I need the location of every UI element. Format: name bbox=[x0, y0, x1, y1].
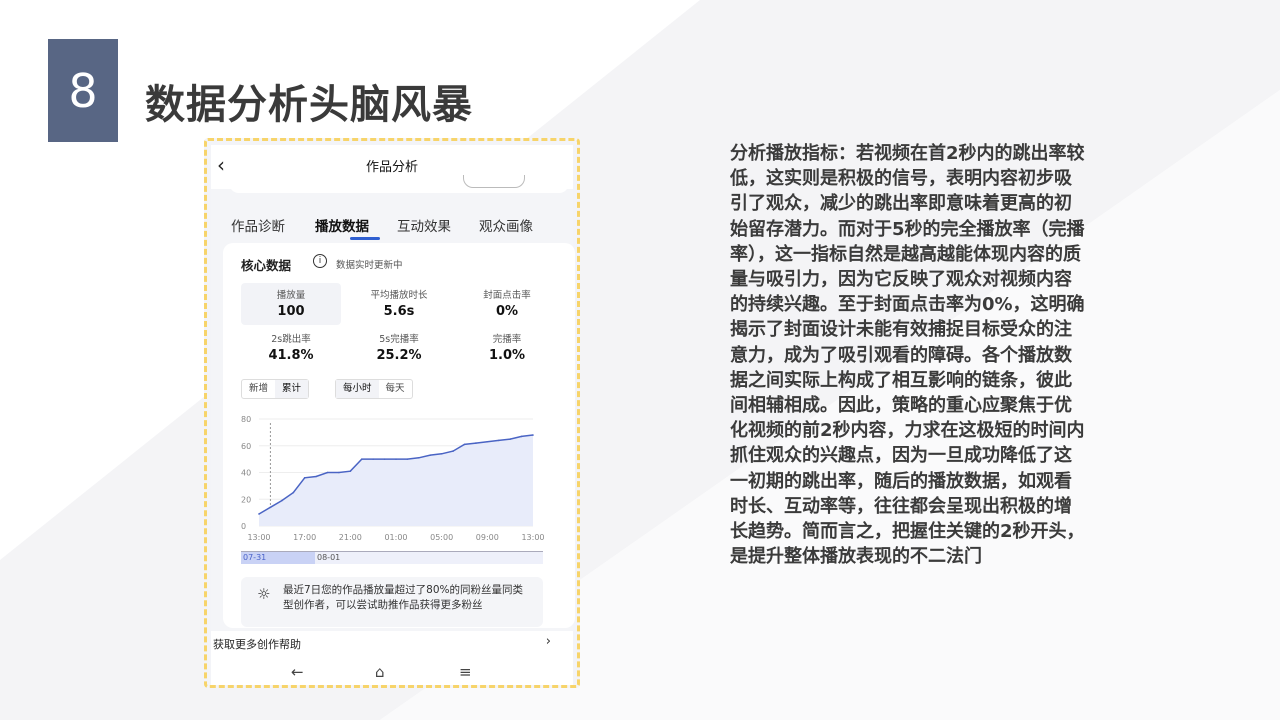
tab-diagnosis[interactable]: 作品诊断 bbox=[231, 215, 285, 235]
tab-play-data[interactable]: 播放数据 bbox=[315, 215, 369, 235]
toggle-daily[interactable]: 每天 bbox=[379, 380, 412, 398]
metric-label: 完播率 bbox=[492, 334, 522, 345]
data-point bbox=[281, 499, 283, 502]
menu-nav-icon[interactable]: ≡ bbox=[459, 663, 472, 681]
metric-label: 5s完播率 bbox=[379, 334, 419, 345]
chevron-right-icon: › bbox=[545, 634, 551, 649]
range-label-end: 08-01 bbox=[317, 553, 341, 562]
data-point bbox=[475, 442, 477, 444]
app-header: ‹ 作品分析 bbox=[211, 145, 573, 193]
data-point bbox=[395, 458, 397, 460]
metric-value: 0% bbox=[495, 304, 519, 319]
data-point bbox=[418, 456, 420, 459]
metric-label: 平均播放时长 bbox=[370, 290, 428, 301]
toggle-hourly-daily: 每小时 每天 bbox=[335, 379, 413, 399]
tab-audience[interactable]: 观众画像 bbox=[479, 215, 533, 235]
home-nav-icon[interactable]: ⌂ bbox=[375, 663, 385, 681]
data-point bbox=[440, 452, 443, 455]
data-point bbox=[532, 434, 534, 436]
metric-plays[interactable]: 播放量 100 bbox=[241, 283, 341, 325]
y-tick-label: 40 bbox=[241, 469, 251, 478]
series-area bbox=[259, 435, 533, 526]
metric-value: 25.2% bbox=[376, 348, 422, 363]
phone-screenshot-frame: ‹ 作品分析 作品诊断 播放数据 互动效果 观众画像 核心数据 i 数据实时更新… bbox=[204, 138, 580, 688]
data-point bbox=[360, 458, 363, 460]
metric-cover-ctr[interactable]: 封面点击率 0% bbox=[457, 283, 557, 325]
info-icon[interactable]: i bbox=[313, 254, 327, 268]
play-count-chart: 0 20 40 60 80 13:00 17:00 21:00 01:00 05:00 09:00 1… bbox=[241, 415, 545, 542]
data-point bbox=[520, 435, 523, 438]
help-bar[interactable]: 获取更多创作帮助 › bbox=[211, 631, 573, 657]
system-nav-bar: ← ⌂ ≡ bbox=[211, 657, 573, 685]
x-tick-label: 13:00 bbox=[521, 533, 544, 542]
range-label-start: 07-31 bbox=[243, 553, 267, 562]
y-tick-label: 80 bbox=[241, 415, 251, 424]
data-point bbox=[315, 475, 317, 478]
y-tick-label: 0 bbox=[241, 522, 246, 531]
metric-label: 播放量 bbox=[276, 290, 306, 301]
slide-number: 8 bbox=[48, 39, 118, 142]
tab-bar: 作品诊断 播放数据 互动效果 观众画像 bbox=[225, 215, 565, 245]
metric-avg-duration[interactable]: 平均播放时长 5.6s bbox=[349, 283, 449, 325]
x-tick-label: 05:00 bbox=[430, 533, 453, 542]
analysis-paragraph: 分析播放指标：若视频在首2秒内的跳出率较低，这实则是积极的信号，表明内容初步吸引… bbox=[730, 143, 1085, 568]
tip-text: 最近7日您的作品播放量超过了80%的同粉丝量同类型创作者，可以尝试助推作品获得更… bbox=[283, 584, 524, 611]
data-point bbox=[406, 458, 409, 460]
core-data-title: 核心数据 bbox=[241, 258, 292, 273]
tip-box: ☼ 最近7日您的作品播放量超过了80%的同粉丝量同类型创作者，可以尝试助推作品获… bbox=[241, 577, 543, 627]
metric-label: 封面点击率 bbox=[483, 290, 531, 301]
metric-5s-completion[interactable]: 5s完播率 25.2% bbox=[349, 327, 449, 369]
data-point bbox=[326, 471, 329, 474]
x-tick-label: 09:00 bbox=[476, 533, 499, 542]
slide-title: 数据分析头脑风暴 bbox=[145, 82, 473, 128]
x-tick-label: 13:00 bbox=[247, 533, 270, 542]
help-text: 获取更多创作帮助 bbox=[213, 638, 301, 651]
toggle-new[interactable]: 新增 bbox=[242, 380, 275, 398]
top-pill-edge bbox=[463, 175, 525, 188]
metric-label: 2s跳出率 bbox=[271, 334, 311, 345]
data-point bbox=[429, 454, 432, 456]
sparkle-icon: ☼ bbox=[257, 585, 271, 603]
data-point bbox=[303, 477, 306, 479]
x-tick-label: 01:00 bbox=[384, 533, 407, 542]
data-point bbox=[269, 506, 272, 509]
time-range-slider[interactable]: 07-31 08-01 bbox=[241, 551, 543, 564]
y-tick-label: 20 bbox=[241, 495, 251, 504]
x-tick-label: 21:00 bbox=[339, 533, 362, 542]
toggle-hourly[interactable]: 每小时 bbox=[336, 380, 379, 398]
back-nav-icon[interactable]: ← bbox=[291, 663, 304, 681]
data-point bbox=[452, 450, 454, 452]
toggle-cumulative[interactable]: 累计 bbox=[275, 380, 309, 398]
data-point bbox=[509, 438, 511, 440]
metric-value: 100 bbox=[277, 304, 305, 319]
data-point bbox=[383, 458, 386, 460]
toggle-new-cumulative: 新增 累计 bbox=[241, 379, 310, 399]
x-tick-label: 17:00 bbox=[293, 533, 316, 542]
data-point bbox=[372, 458, 374, 460]
header-title: 作品分析 bbox=[365, 160, 418, 175]
data-point bbox=[486, 440, 489, 443]
data-point bbox=[497, 439, 500, 442]
data-point bbox=[258, 513, 260, 515]
tab-interaction[interactable]: 互动效果 bbox=[397, 215, 451, 235]
core-data-note: 数据实时更新中 bbox=[336, 260, 403, 271]
core-data-card: 核心数据 i 数据实时更新中 播放量 100 平均播放时长 5.6s 封面点击率… bbox=[223, 243, 575, 628]
data-point bbox=[338, 471, 340, 474]
metric-value: 41.8% bbox=[268, 348, 314, 363]
y-tick-label: 60 bbox=[241, 442, 251, 451]
metric-value: 5.6s bbox=[383, 304, 415, 319]
metric-2s-bounce[interactable]: 2s跳出率 41.8% bbox=[241, 327, 341, 369]
data-point bbox=[349, 470, 352, 472]
metric-value: 1.0% bbox=[488, 348, 526, 363]
metric-completion[interactable]: 完播率 1.0% bbox=[457, 327, 557, 369]
data-point bbox=[463, 443, 466, 446]
data-point bbox=[292, 491, 295, 494]
phone-screen: ‹ 作品分析 作品诊断 播放数据 互动效果 观众画像 核心数据 i 数据实时更新… bbox=[211, 145, 575, 685]
active-tab-indicator bbox=[350, 237, 380, 240]
